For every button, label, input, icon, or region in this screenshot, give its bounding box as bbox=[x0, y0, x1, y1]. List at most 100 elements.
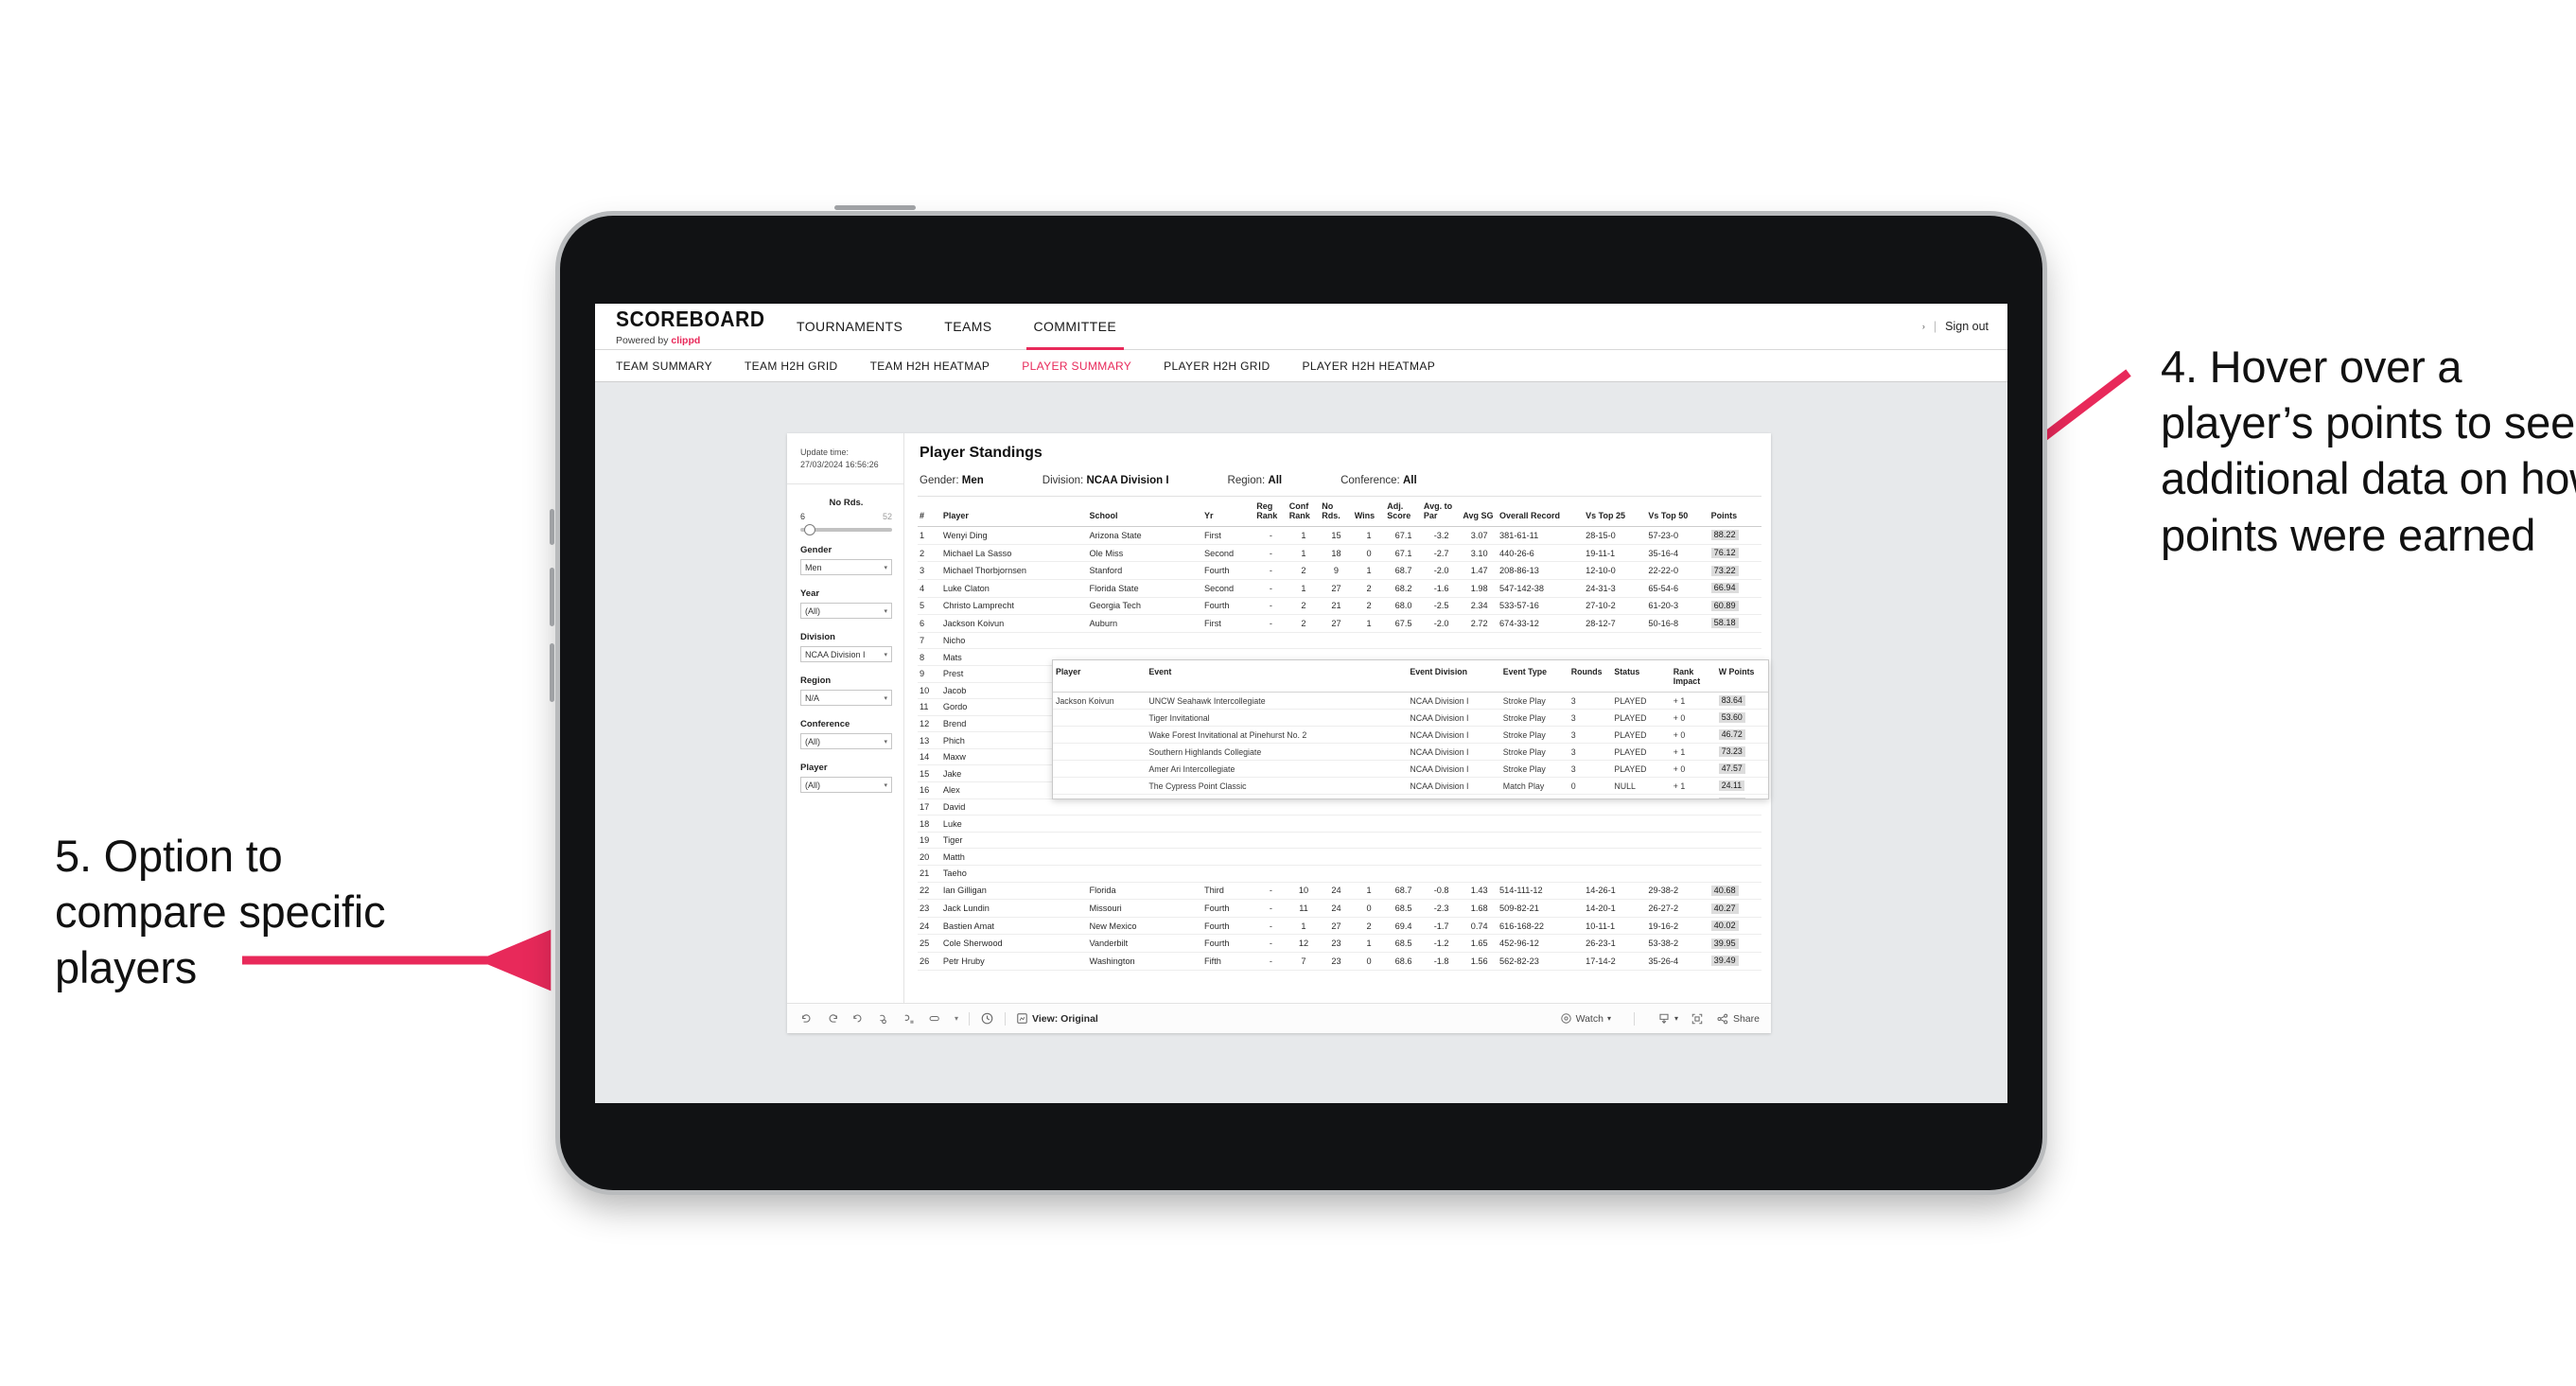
custom-views-caret-icon[interactable]: ▾ bbox=[955, 1014, 958, 1023]
col-avg-sg[interactable]: Avg SG bbox=[1461, 497, 1498, 528]
table-row[interactable]: 18 Luke bbox=[918, 815, 1761, 833]
view-original-button[interactable]: View: Original bbox=[1016, 1012, 1098, 1025]
table-row[interactable]: 24 Bastien Amat New Mexico Fourth -1 27 2 69.4-… bbox=[918, 917, 1761, 936]
cell-points[interactable]: 39.95 bbox=[1709, 934, 1761, 953]
cell-wins: 1 bbox=[1352, 561, 1386, 580]
cell-points[interactable]: 40.68 bbox=[1709, 882, 1761, 901]
table-row[interactable]: 2 Michael La Sasso Ole Miss Second -1 18 0 67.1… bbox=[918, 544, 1761, 563]
subnav-item-player-h2h-heatmap[interactable]: PLAYER H2H HEATMAP bbox=[1303, 360, 1436, 373]
nav-item-committee[interactable]: COMMITTEE bbox=[1013, 304, 1138, 350]
cell-points[interactable] bbox=[1709, 815, 1761, 833]
watch-button[interactable]: Watch ▾ bbox=[1560, 1012, 1611, 1025]
cell-points[interactable]: 76.12 bbox=[1709, 544, 1761, 563]
division-dropdown[interactable]: NCAA Division I ▾ bbox=[800, 646, 892, 663]
table-row[interactable]: 6 Jackson Koivun Auburn First -2 27 1 67.5 -2.0 2… bbox=[918, 614, 1761, 633]
col-player[interactable]: Player bbox=[940, 497, 1088, 528]
volume-down-button[interactable] bbox=[550, 643, 554, 702]
cell-points[interactable]: 60.89 bbox=[1709, 597, 1761, 616]
table-row[interactable]: 17 David bbox=[918, 798, 1761, 816]
slider-handle[interactable] bbox=[804, 524, 815, 536]
col-overall-record[interactable]: Overall Record bbox=[1498, 497, 1585, 528]
col-no-rds[interactable]: No Rds. bbox=[1320, 497, 1353, 528]
download-icon bbox=[1657, 1012, 1671, 1026]
revert-icon[interactable] bbox=[851, 1012, 865, 1026]
custom-views-icon[interactable] bbox=[928, 1012, 942, 1026]
cell-tt-event-type: Stroke Play bbox=[1499, 709, 1568, 728]
cell-points[interactable]: 73.22 bbox=[1709, 561, 1761, 580]
table-row[interactable]: 3 Michael Thorbjornsen Stanford Fourth -2 9 1 6… bbox=[918, 561, 1761, 580]
col-vs-top-25[interactable]: Vs Top 25 bbox=[1584, 497, 1647, 528]
table-row[interactable]: 21 Taeho bbox=[918, 865, 1761, 883]
col-year[interactable]: Yr bbox=[1201, 497, 1255, 528]
cell-points[interactable]: 39.49 bbox=[1709, 952, 1761, 971]
share-button[interactable]: Share bbox=[1716, 1012, 1760, 1026]
table-row[interactable]: 22 Ian Gilligan Florida Third -10 24 1 68.7 -0.8… bbox=[918, 882, 1761, 901]
volume-up-button[interactable] bbox=[550, 568, 554, 626]
watch-caret-icon: ▾ bbox=[1606, 1014, 1611, 1023]
region-dropdown[interactable]: N/A ▾ bbox=[800, 690, 892, 707]
gender-dropdown[interactable]: Men ▾ bbox=[800, 559, 892, 576]
chevron-right-icon[interactable]: › bbox=[1922, 322, 1925, 331]
sign-out-link[interactable]: Sign out bbox=[1945, 320, 1989, 333]
fullscreen-icon[interactable] bbox=[1691, 1012, 1704, 1026]
col-avg-to-par[interactable]: Avg. to Par bbox=[1421, 497, 1462, 528]
cell-points[interactable] bbox=[1709, 798, 1761, 816]
cell-tt-event: Tiger Invitational bbox=[1146, 709, 1408, 728]
col-conf-rank[interactable]: Conf Rank bbox=[1287, 497, 1321, 528]
col-adj-score[interactable]: Adj. Score bbox=[1385, 497, 1422, 528]
cell-points[interactable]: 66.94 bbox=[1709, 579, 1761, 598]
table-row[interactable]: 4 Luke Claton Florida State Second -1 27 2 68.2… bbox=[918, 579, 1761, 598]
nav-item-tournaments[interactable]: TOURNAMENTS bbox=[776, 304, 923, 350]
redo-icon[interactable] bbox=[826, 1012, 839, 1026]
col-school[interactable]: School bbox=[1087, 497, 1202, 528]
power-button[interactable] bbox=[834, 205, 916, 210]
subnav-item-team-h2h-grid[interactable]: TEAM H2H GRID bbox=[745, 360, 838, 373]
cell-rank: 26 bbox=[918, 952, 941, 971]
cell-overall-record: 440-26-6 bbox=[1498, 544, 1585, 563]
cell-points[interactable] bbox=[1709, 865, 1761, 883]
table-row[interactable]: 1 Wenyi Ding Arizona State First -1 15 1 67.1 -3… bbox=[918, 526, 1761, 545]
cell-points[interactable] bbox=[1709, 848, 1761, 867]
header-divider: | bbox=[1933, 320, 1937, 333]
undo-icon[interactable] bbox=[800, 1012, 814, 1026]
cell-points[interactable] bbox=[1709, 632, 1761, 650]
cell-vs-top-25 bbox=[1584, 832, 1647, 850]
player-dropdown[interactable]: (All) ▾ bbox=[800, 777, 892, 794]
cell-points[interactable]: 88.22 bbox=[1709, 526, 1761, 545]
table-row[interactable]: 5 Christo Lamprecht Georgia Tech Fourth -2 21… bbox=[918, 597, 1761, 616]
table-row[interactable]: 19 Tiger bbox=[918, 832, 1761, 850]
table-row[interactable]: 23 Jack Lundin Missouri Fourth -11 24 0 68.5 -2.… bbox=[918, 899, 1761, 918]
subnav-item-team-summary[interactable]: TEAM SUMMARY bbox=[616, 360, 712, 373]
pause-updates-icon[interactable] bbox=[902, 1012, 916, 1026]
cell-adj-score bbox=[1385, 832, 1422, 850]
year-dropdown[interactable]: (All) ▾ bbox=[800, 603, 892, 620]
cell-points[interactable]: 40.27 bbox=[1709, 899, 1761, 918]
nav-item-teams[interactable]: TEAMS bbox=[923, 304, 1012, 350]
viz-bottom-toolbar: ▾ View: Original Watch ▾ ▾ Share bbox=[787, 1003, 1771, 1033]
brand-logo[interactable]: SCOREBOARD Powered by clippd bbox=[595, 304, 764, 349]
col-wins[interactable]: Wins bbox=[1352, 497, 1386, 528]
no-rounds-slider[interactable] bbox=[800, 524, 892, 536]
table-row[interactable]: 26 Petr Hruby Washington Fifth -7 23 0 68.6 -1.8… bbox=[918, 952, 1761, 971]
cell-overall-record bbox=[1498, 815, 1585, 833]
col-reg-rank[interactable]: Reg Rank bbox=[1254, 497, 1288, 528]
col-vs-top-50[interactable]: Vs Top 50 bbox=[1646, 497, 1709, 528]
table-row[interactable]: 20 Matth bbox=[918, 848, 1761, 867]
view-icon bbox=[1016, 1012, 1028, 1025]
division-value: NCAA Division I bbox=[805, 649, 866, 659]
cell-avg-sg: 3.10 bbox=[1461, 544, 1498, 563]
subnav-item-player-h2h-grid[interactable]: PLAYER H2H GRID bbox=[1164, 360, 1270, 373]
cell-points[interactable]: 58.18 bbox=[1709, 614, 1761, 633]
table-row[interactable]: 7 Nicho bbox=[918, 632, 1761, 650]
col-points[interactable]: Points bbox=[1709, 497, 1761, 528]
refresh-data-icon[interactable] bbox=[877, 1012, 890, 1026]
subnav-item-team-h2h-heatmap[interactable]: TEAM H2H HEATMAP bbox=[870, 360, 990, 373]
conference-dropdown[interactable]: (All) ▾ bbox=[800, 733, 892, 750]
col-rank[interactable]: # bbox=[918, 497, 941, 528]
table-row[interactable]: 25 Cole Sherwood Vanderbilt Fourth -12 23 1 68.… bbox=[918, 934, 1761, 953]
download-button[interactable]: ▾ bbox=[1657, 1012, 1678, 1026]
cell-points[interactable]: 40.02 bbox=[1709, 917, 1761, 936]
subnav-item-player-summary[interactable]: PLAYER SUMMARY bbox=[1022, 360, 1131, 373]
alerts-icon[interactable] bbox=[980, 1011, 994, 1026]
cell-points[interactable] bbox=[1709, 832, 1761, 850]
